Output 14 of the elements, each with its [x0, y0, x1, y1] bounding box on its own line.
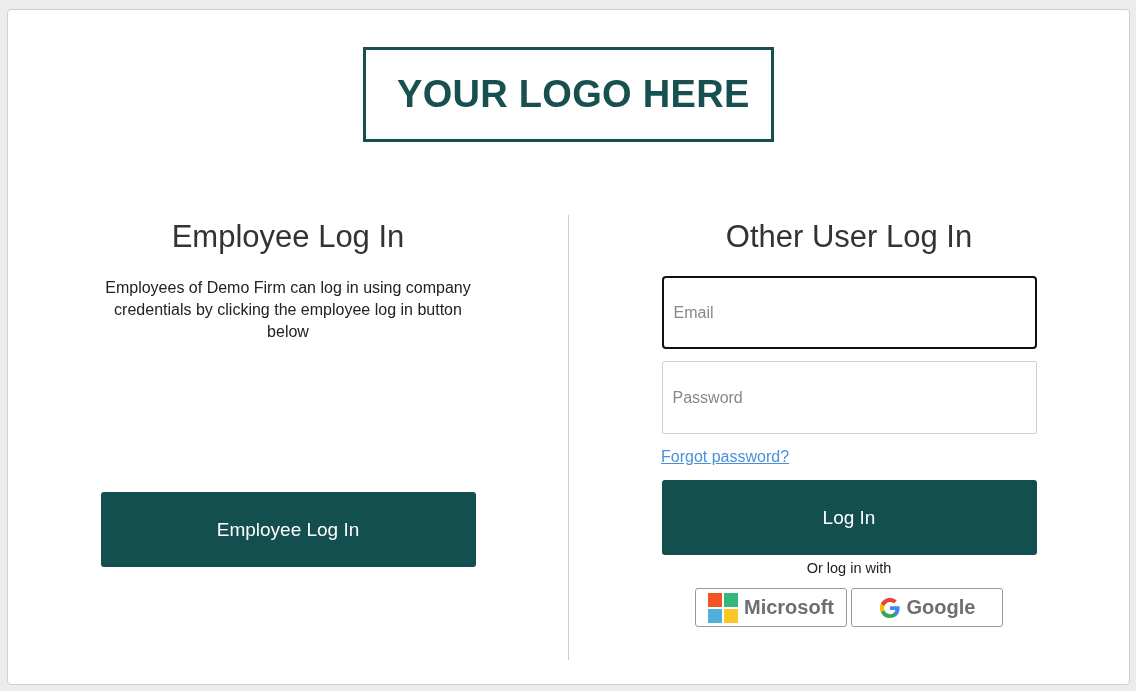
- email-field[interactable]: Email: [661, 276, 1037, 349]
- four-squares-icon: [708, 592, 738, 623]
- section-title: Employee Log In: [171, 218, 405, 256]
- g-icon: [878, 596, 901, 619]
- microsoft-login-button[interactable]: Microsoft: [695, 588, 847, 627]
- password-field[interactable]: Password: [661, 361, 1037, 434]
- employee-login-button[interactable]: Employee Log In: [100, 492, 476, 567]
- alt-login-label: Or log in with: [806, 560, 892, 576]
- forgot-password-link[interactable]: Forgot password?: [661, 448, 790, 466]
- logo: YOUR LOGO HERE: [363, 47, 774, 142]
- google-login-button[interactable]: Google: [851, 588, 1003, 627]
- description-text: Employees of Demo Firm can log in using company credentials by clicking the employee log in button below: [104, 278, 472, 342]
- section-title: Other User Log In: [725, 218, 973, 256]
- login-button[interactable]: Log In: [661, 480, 1037, 555]
